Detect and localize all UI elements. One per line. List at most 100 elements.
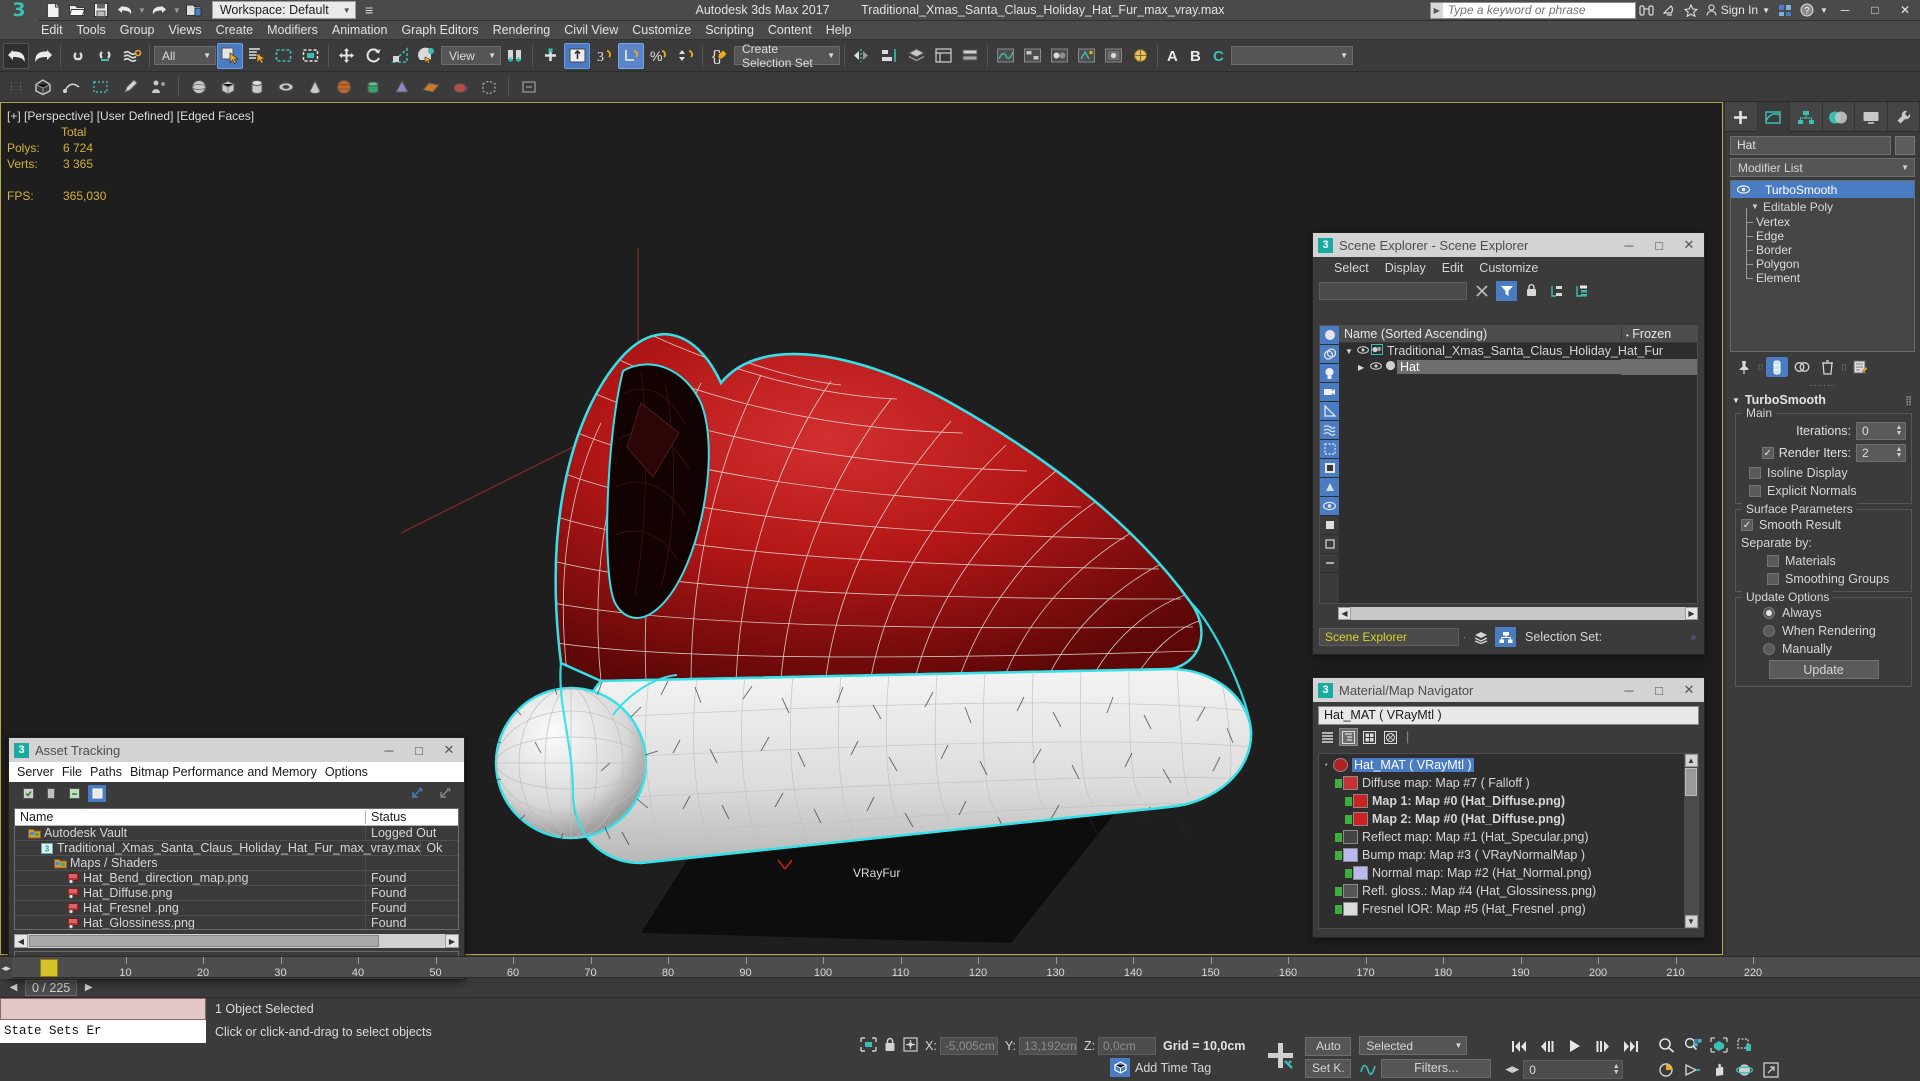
zoom-icon[interactable]	[1654, 1034, 1679, 1056]
render-setup-icon[interactable]	[1073, 43, 1099, 69]
modify-tab-icon[interactable]	[1758, 102, 1791, 132]
object-color-swatch[interactable]	[1895, 136, 1915, 155]
maximize-window-button[interactable]: □	[1860, 0, 1890, 21]
layers-icon[interactable]	[1470, 627, 1491, 647]
modifier-stack[interactable]: TurboSmooth ▼ Editable Poly Vertex Edge …	[1730, 180, 1915, 352]
stack-sub-vertex[interactable]: Vertex	[1731, 215, 1914, 229]
radio-always[interactable]	[1763, 607, 1775, 619]
letter-c-icon[interactable]: C	[1208, 43, 1230, 69]
spinner-snap-icon[interactable]	[672, 43, 698, 69]
window-crossing-toggle-icon[interactable]	[298, 43, 324, 69]
torus-primitive-icon[interactable]	[272, 74, 299, 99]
object-name-field[interactable]: Hat	[1730, 136, 1891, 155]
explicit-normals-checkbox[interactable]	[1749, 485, 1761, 497]
frame-step-arrows-icon[interactable]: ◀▶	[1505, 1064, 1519, 1075]
exchange-app-store-icon[interactable]	[1774, 0, 1796, 21]
tree-row[interactable]: Diffuse map: Map #7 ( Falloff )	[1321, 774, 1684, 792]
eye-icon[interactable]	[1356, 346, 1370, 357]
geosphere-primitive-icon[interactable]	[330, 74, 357, 99]
pan-icon[interactable]	[1706, 1059, 1731, 1081]
tube-primitive-icon[interactable]	[359, 74, 386, 99]
3ds-max-logo-icon[interactable]: 3	[0, 0, 38, 21]
zoom-region-icon[interactable]	[1732, 1034, 1757, 1056]
collapse-all-icon[interactable]	[1546, 281, 1567, 301]
add-asset-icon[interactable]	[408, 785, 426, 802]
radio-manually[interactable]	[1763, 643, 1775, 655]
toolbar-extra-dropdown[interactable]: ▼	[1231, 46, 1353, 65]
pin-stack-icon[interactable]	[1733, 357, 1755, 377]
field-of-view-icon[interactable]	[1654, 1059, 1679, 1081]
orbit-icon[interactable]	[1732, 1059, 1757, 1081]
filter-geometry-icon[interactable]	[1320, 326, 1339, 345]
unlink-icon[interactable]	[92, 43, 118, 69]
se-menu-edit[interactable]: Edit	[1435, 261, 1471, 275]
render-iters-checkbox[interactable]: ✓	[1762, 447, 1774, 459]
minimize-icon[interactable]: ─	[1614, 233, 1644, 257]
minimize-icon[interactable]: ─	[374, 738, 404, 762]
table-row[interactable]: Maps / Shaders	[15, 856, 458, 871]
cylinder-primitive-icon[interactable]	[243, 74, 270, 99]
hierarchy-tab-icon[interactable]	[1790, 102, 1823, 132]
letter-a-icon[interactable]: A	[1162, 43, 1184, 69]
time-slider-handle[interactable]	[40, 959, 58, 977]
new-file-icon[interactable]	[42, 1, 63, 20]
menu-item-civil-view[interactable]: Civil View	[557, 21, 625, 40]
redo-icon[interactable]	[149, 1, 170, 20]
column-status[interactable]: Status	[365, 810, 458, 824]
close-icon[interactable]: ✕	[1674, 233, 1704, 257]
close-window-button[interactable]: ✕	[1890, 0, 1920, 21]
time-slider-track[interactable]: ◂▸ 1020304050607080901001101201301401501…	[0, 956, 1920, 978]
show-end-result-icon[interactable]	[1766, 357, 1788, 377]
ribbon-grip[interactable]: ⋮⋮	[5, 74, 27, 100]
curve-editor-icon[interactable]	[992, 43, 1018, 69]
column-name[interactable]: Name	[15, 810, 365, 824]
eye-icon[interactable]	[1735, 185, 1751, 194]
bind-to-space-warp-icon[interactable]	[119, 43, 145, 69]
matnav-titlebar[interactable]: 3 Material/Map Navigator ─ □ ✕	[1313, 678, 1704, 702]
column-name[interactable]: Name (Sorted Ascending)	[1339, 327, 1621, 341]
undo-icon[interactable]	[114, 1, 135, 20]
remove-modifier-icon[interactable]	[1816, 357, 1838, 377]
menu-item-tools[interactable]: Tools	[70, 21, 113, 40]
snaps-toggle-icon[interactable]	[564, 43, 590, 69]
undo-icon[interactable]	[3, 43, 29, 69]
state-sets-panel[interactable]: State Sets Er	[0, 998, 206, 1044]
search-binoculars-icon[interactable]	[1636, 0, 1658, 21]
view-tree-icon[interactable]	[1339, 728, 1358, 746]
rollup-grip-icon[interactable]: ⣿	[1905, 395, 1916, 406]
angle-snap-3-icon[interactable]: 3	[591, 43, 617, 69]
save-file-icon[interactable]	[90, 1, 111, 20]
walkthrough-icon[interactable]	[1680, 1059, 1705, 1081]
expand-triangle-icon[interactable]: ▶	[1358, 363, 1369, 372]
selection-ribbon-icon[interactable]	[87, 74, 114, 99]
x-coordinate[interactable]: X: -5,005cm	[925, 1037, 998, 1055]
show-full-paths-icon[interactable]	[65, 785, 83, 802]
table-row[interactable]: Hat_Diffuse.png Found	[15, 886, 458, 901]
search-expand-icon[interactable]: ▶	[1431, 3, 1443, 18]
stack-sub-element[interactable]: Element	[1731, 271, 1914, 285]
stack-sub-edge[interactable]: Edge	[1731, 229, 1914, 243]
toggle-scene-explorer-icon[interactable]	[930, 43, 956, 69]
table-row[interactable]: Hat_Glossiness.png Found	[15, 916, 458, 930]
select-link-icon[interactable]	[65, 43, 91, 69]
trackbar-prev-icon[interactable]: ◀	[6, 980, 21, 996]
reference-coordinate-system-dropdown[interactable]: View ▼	[441, 46, 501, 65]
select-and-manipulate-icon[interactable]	[537, 43, 563, 69]
at-menu-file[interactable]: File	[58, 765, 86, 779]
redo-dropdown-arrow-icon[interactable]: ▼	[173, 6, 181, 15]
set-key-button[interactable]: Set K.	[1305, 1059, 1351, 1078]
clear-find-icon[interactable]	[1471, 281, 1492, 301]
mirror-objects-icon[interactable]	[849, 43, 875, 69]
materials-checkbox[interactable]	[1767, 555, 1779, 567]
asset-tracking-table[interactable]: Name Status Autodesk Vault Logged Out 3 …	[14, 808, 459, 930]
set-key-mode-icon[interactable]	[1263, 1039, 1297, 1076]
trackbar-next-icon[interactable]: ▶	[81, 980, 96, 996]
column-frozen[interactable]: • Frozen	[1621, 327, 1697, 341]
percent-snap-icon[interactable]: %	[645, 43, 671, 69]
maximize-icon[interactable]: □	[404, 738, 434, 762]
at-menu-server[interactable]: Server	[13, 765, 58, 779]
help-question-icon[interactable]: ?	[1796, 0, 1818, 21]
table-row[interactable]: Autodesk Vault Logged Out	[15, 826, 458, 841]
add-time-tag-control[interactable]: Add Time Tag	[1110, 1058, 1211, 1077]
go-to-start-icon[interactable]	[1505, 1035, 1532, 1057]
